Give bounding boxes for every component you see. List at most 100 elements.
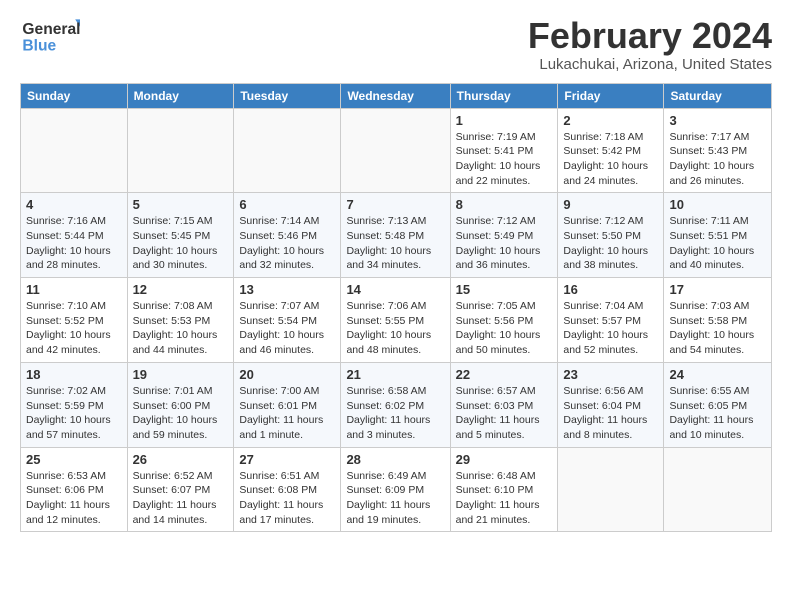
logo: GeneralBlue bbox=[20, 16, 80, 54]
day-info: Sunrise: 7:11 AMSunset: 5:51 PMDaylight:… bbox=[669, 214, 766, 273]
col-friday: Friday bbox=[558, 83, 664, 108]
day-info: Sunrise: 7:00 AMSunset: 6:01 PMDaylight:… bbox=[239, 384, 335, 443]
day-cell-16: 13 Sunrise: 7:07 AMSunset: 5:54 PMDayligh… bbox=[234, 278, 341, 363]
page: GeneralBlue February 2024 Lukachukai, Ar… bbox=[0, 0, 792, 542]
day-cell-4: 1 Sunrise: 7:19 AMSunset: 5:41 PMDaylight… bbox=[450, 108, 558, 193]
page-subtitle: Lukachukai, Arizona, United States bbox=[528, 56, 772, 73]
day-cell-18: 15Sunrise: 7:05 AMSunset: 5:56 PMDayligh… bbox=[450, 278, 558, 363]
day-cell-24: 21Sunrise: 6:58 AMSunset: 6:02 PMDayligh… bbox=[341, 362, 450, 447]
day-info: Sunrise: 7:10 AMSunset: 5:52 PMDaylight:… bbox=[26, 299, 122, 358]
day-cell-23: 20 Sunrise: 7:00 AMSunset: 6:01 PMDayligh… bbox=[234, 362, 341, 447]
page-title: February 2024 bbox=[528, 16, 772, 56]
day-number: 28 bbox=[346, 452, 444, 467]
day-cell-31: 28 Sunrise: 6:49 AMSunset: 6:09 PMDayligh… bbox=[341, 447, 450, 532]
day-cell-29: 26Sunrise: 6:52 AMSunset: 6:07 PMDayligh… bbox=[127, 447, 234, 532]
day-number: 16 bbox=[563, 282, 658, 297]
day-cell-27: 24Sunrise: 6:55 AMSunset: 6:05 PMDayligh… bbox=[664, 362, 772, 447]
day-info: Sunrise: 7:04 AMSunset: 5:57 PMDaylight:… bbox=[563, 299, 658, 358]
day-cell-34 bbox=[664, 447, 772, 532]
day-info: Sunrise: 7:01 AMSunset: 6:00 PMDaylight:… bbox=[133, 384, 229, 443]
col-wednesday: Wednesday bbox=[341, 83, 450, 108]
day-info: Sunrise: 7:16 AMSunset: 5:44 PMDaylight:… bbox=[26, 214, 122, 273]
day-cell-19: 16 Sunrise: 7:04 AMSunset: 5:57 PMDayligh… bbox=[558, 278, 664, 363]
day-cell-9: 6 Sunrise: 7:14 AMSunset: 5:46 PMDaylight… bbox=[234, 193, 341, 278]
calendar-header-row: Sunday Monday Tuesday Wednesday Thursday… bbox=[21, 83, 772, 108]
day-number: 12 bbox=[133, 282, 229, 297]
day-info: Sunrise: 7:08 AMSunset: 5:53 PMDaylight:… bbox=[133, 299, 229, 358]
day-cell-15: 12 Sunrise: 7:08 AMSunset: 5:53 PMDayligh… bbox=[127, 278, 234, 363]
title-area: February 2024 Lukachukai, Arizona, Unite… bbox=[528, 16, 772, 73]
day-cell-26: 23 Sunrise: 6:56 AMSunset: 6:04 PMDayligh… bbox=[558, 362, 664, 447]
day-number: 20 bbox=[239, 367, 335, 382]
day-number: 3 bbox=[669, 113, 766, 128]
week-row-1: 1 Sunrise: 7:19 AMSunset: 5:41 PMDaylight… bbox=[21, 108, 772, 193]
day-number: 22 bbox=[456, 367, 553, 382]
week-row-3: 11 Sunrise: 7:10 AMSunset: 5:52 PMDayligh… bbox=[21, 278, 772, 363]
day-number: 6 bbox=[239, 197, 335, 212]
day-number: 17 bbox=[669, 282, 766, 297]
week-row-2: 4 Sunrise: 7:16 AMSunset: 5:44 PMDaylight… bbox=[21, 193, 772, 278]
day-info: Sunrise: 7:12 AMSunset: 5:49 PMDaylight:… bbox=[456, 214, 553, 273]
week-row-4: 18 Sunrise: 7:02 AMSunset: 5:59 PMDayligh… bbox=[21, 362, 772, 447]
day-cell-5: 2 Sunrise: 7:18 AMSunset: 5:42 PMDaylight… bbox=[558, 108, 664, 193]
day-number: 5 bbox=[133, 197, 229, 212]
day-info: Sunrise: 6:55 AMSunset: 6:05 PMDaylight:… bbox=[669, 384, 766, 443]
day-info: Sunrise: 6:58 AMSunset: 6:02 PMDaylight:… bbox=[346, 384, 444, 443]
day-cell-30: 27 Sunrise: 6:51 AMSunset: 6:08 PMDayligh… bbox=[234, 447, 341, 532]
day-info: Sunrise: 6:56 AMSunset: 6:04 PMDaylight:… bbox=[563, 384, 658, 443]
day-info: Sunrise: 7:17 AMSunset: 5:43 PMDaylight:… bbox=[669, 130, 766, 189]
day-cell-14: 11 Sunrise: 7:10 AMSunset: 5:52 PMDayligh… bbox=[21, 278, 128, 363]
day-number: 18 bbox=[26, 367, 122, 382]
day-cell-12: 9Sunrise: 7:12 AMSunset: 5:50 PMDaylight… bbox=[558, 193, 664, 278]
day-number: 11 bbox=[26, 282, 122, 297]
day-info: Sunrise: 6:57 AMSunset: 6:03 PMDaylight:… bbox=[456, 384, 553, 443]
day-cell-11: 8Sunrise: 7:12 AMSunset: 5:49 PMDaylight… bbox=[450, 193, 558, 278]
day-info: Sunrise: 7:02 AMSunset: 5:59 PMDaylight:… bbox=[26, 384, 122, 443]
svg-text:General: General bbox=[22, 21, 80, 38]
day-info: Sunrise: 7:13 AMSunset: 5:48 PMDaylight:… bbox=[346, 214, 444, 273]
day-info: Sunrise: 7:14 AMSunset: 5:46 PMDaylight:… bbox=[239, 214, 335, 273]
svg-text:Blue: Blue bbox=[22, 38, 56, 54]
day-number: 19 bbox=[133, 367, 229, 382]
day-cell-13: 10 Sunrise: 7:11 AMSunset: 5:51 PMDayligh… bbox=[664, 193, 772, 278]
day-number: 9 bbox=[563, 197, 658, 212]
day-cell-1 bbox=[127, 108, 234, 193]
day-info: Sunrise: 6:53 AMSunset: 6:06 PMDaylight:… bbox=[26, 469, 122, 528]
day-number: 29 bbox=[456, 452, 553, 467]
day-number: 4 bbox=[26, 197, 122, 212]
day-cell-6: 3 Sunrise: 7:17 AMSunset: 5:43 PMDaylight… bbox=[664, 108, 772, 193]
day-info: Sunrise: 7:05 AMSunset: 5:56 PMDaylight:… bbox=[456, 299, 553, 358]
col-tuesday: Tuesday bbox=[234, 83, 341, 108]
day-cell-2 bbox=[234, 108, 341, 193]
day-info: Sunrise: 7:18 AMSunset: 5:42 PMDaylight:… bbox=[563, 130, 658, 189]
day-info: Sunrise: 6:51 AMSunset: 6:08 PMDaylight:… bbox=[239, 469, 335, 528]
day-info: Sunrise: 7:15 AMSunset: 5:45 PMDaylight:… bbox=[133, 214, 229, 273]
day-info: Sunrise: 6:48 AMSunset: 6:10 PMDaylight:… bbox=[456, 469, 553, 528]
day-number: 7 bbox=[346, 197, 444, 212]
day-cell-0 bbox=[21, 108, 128, 193]
day-info: Sunrise: 7:07 AMSunset: 5:54 PMDaylight:… bbox=[239, 299, 335, 358]
logo-svg: GeneralBlue bbox=[20, 16, 80, 54]
col-sunday: Sunday bbox=[21, 83, 128, 108]
col-monday: Monday bbox=[127, 83, 234, 108]
day-cell-21: 18 Sunrise: 7:02 AMSunset: 5:59 PMDayligh… bbox=[21, 362, 128, 447]
day-number: 23 bbox=[563, 367, 658, 382]
header-area: GeneralBlue February 2024 Lukachukai, Ar… bbox=[20, 16, 772, 73]
day-number: 1 bbox=[456, 113, 553, 128]
day-info: Sunrise: 7:06 AMSunset: 5:55 PMDaylight:… bbox=[346, 299, 444, 358]
day-number: 10 bbox=[669, 197, 766, 212]
day-cell-10: 7 Sunrise: 7:13 AMSunset: 5:48 PMDaylight… bbox=[341, 193, 450, 278]
day-number: 2 bbox=[563, 113, 658, 128]
day-cell-20: 17Sunrise: 7:03 AMSunset: 5:58 PMDayligh… bbox=[664, 278, 772, 363]
col-saturday: Saturday bbox=[664, 83, 772, 108]
day-cell-22: 19 Sunrise: 7:01 AMSunset: 6:00 PMDayligh… bbox=[127, 362, 234, 447]
day-info: Sunrise: 6:49 AMSunset: 6:09 PMDaylight:… bbox=[346, 469, 444, 528]
day-info: Sunrise: 7:19 AMSunset: 5:41 PMDaylight:… bbox=[456, 130, 553, 189]
day-number: 13 bbox=[239, 282, 335, 297]
calendar-table: Sunday Monday Tuesday Wednesday Thursday… bbox=[20, 83, 772, 533]
day-info: Sunrise: 6:52 AMSunset: 6:07 PMDaylight:… bbox=[133, 469, 229, 528]
day-cell-3 bbox=[341, 108, 450, 193]
day-cell-7: 4 Sunrise: 7:16 AMSunset: 5:44 PMDaylight… bbox=[21, 193, 128, 278]
day-number: 27 bbox=[239, 452, 335, 467]
week-row-5: 25Sunrise: 6:53 AMSunset: 6:06 PMDayligh… bbox=[21, 447, 772, 532]
